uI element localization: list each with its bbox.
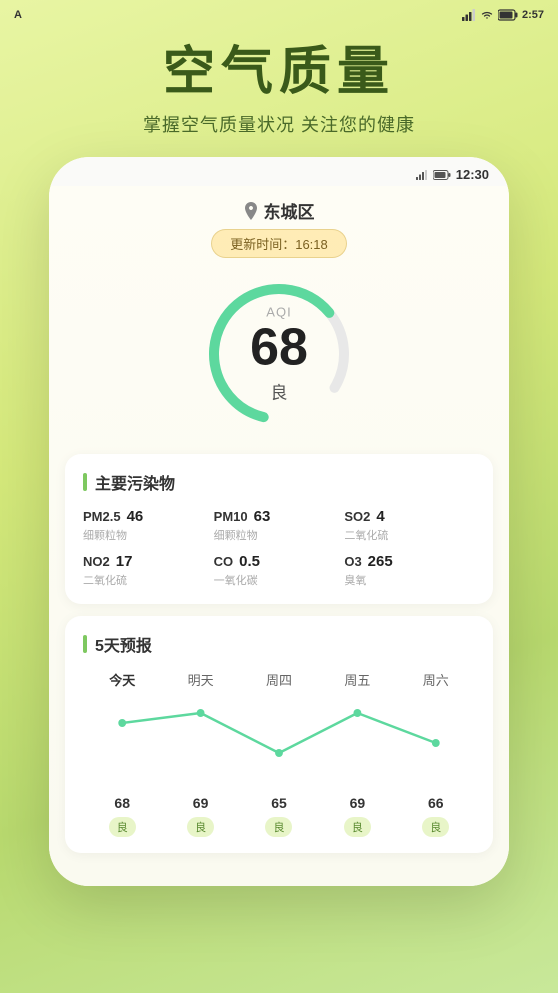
pollutant-co: CO 0.5 一氧化碳 bbox=[214, 553, 345, 588]
battery-icon bbox=[498, 9, 518, 21]
forecast-qual-3: 良 bbox=[318, 817, 396, 837]
forecast-label-1: 明天 bbox=[161, 670, 239, 689]
forecast-qual-2: 良 bbox=[240, 817, 318, 837]
forecast-dot-0 bbox=[118, 719, 126, 727]
aqi-ring: AQI 68 良 bbox=[199, 274, 359, 434]
status-time: 2:57 bbox=[522, 9, 544, 21]
header: 空气质量 掌握空气质量状况 关注您的健康 bbox=[0, 44, 558, 137]
page-title: 空气质量 bbox=[0, 44, 558, 101]
phone-signal-icon bbox=[416, 170, 428, 180]
forecast-val-0: 68 bbox=[83, 795, 161, 811]
forecast-dot-3 bbox=[353, 709, 361, 717]
forecast-label-2: 周四 bbox=[240, 670, 318, 689]
forecast-label-3: 周五 bbox=[318, 670, 396, 689]
status-bar: A 2:57 bbox=[0, 0, 558, 28]
status-right: 2:57 bbox=[462, 9, 544, 21]
app-indicator: A bbox=[14, 9, 22, 21]
forecast-label-0: 今天 bbox=[83, 670, 161, 689]
pollutant-pm25: PM2.5 46 细颗粒物 bbox=[83, 508, 214, 543]
aqi-inner: AQI 68 良 bbox=[250, 305, 308, 404]
pollutants-title: 主要污染物 bbox=[83, 470, 475, 494]
forecast-qual-0: 良 bbox=[83, 817, 161, 837]
section-title-bar bbox=[83, 473, 87, 491]
forecast-label-4: 周六 bbox=[397, 670, 475, 689]
forecast-qual-4: 良 bbox=[397, 817, 475, 837]
location-row: 东城区 bbox=[49, 186, 509, 229]
forecast-title-bar bbox=[83, 635, 87, 653]
phone-battery-icon bbox=[433, 170, 451, 180]
aqi-container: AQI 68 良 bbox=[49, 274, 509, 434]
forecast-dot-4 bbox=[432, 739, 440, 747]
pollutant-row-2: NO2 17 二氧化硫 CO 0.5 一氧化碳 O3 265 bbox=[83, 553, 475, 588]
phone-content: 东城区 更新时间：16:18 AQI 68 良 bbox=[49, 186, 509, 886]
wifi-icon bbox=[480, 9, 494, 21]
forecast-qualities: 良 良 良 良 良 bbox=[83, 817, 475, 837]
forecast-dot-2 bbox=[275, 749, 283, 757]
pollutant-no2: NO2 17 二氧化硫 bbox=[83, 553, 214, 588]
signal-icon bbox=[462, 9, 476, 21]
pollutant-row-1: PM2.5 46 细颗粒物 PM10 63 细颗粒物 SO2 4 bbox=[83, 508, 475, 543]
forecast-chart-svg bbox=[83, 701, 475, 791]
forecast-val-1: 69 bbox=[161, 795, 239, 811]
forecast-section: 5天预报 今天 明天 周四 周五 周六 bbox=[65, 616, 493, 853]
phone-mockup: 12:30 东城区 更新时间：16:18 AQI bbox=[49, 157, 509, 886]
forecast-title-text: 5天预报 bbox=[95, 632, 152, 656]
forecast-val-3: 69 bbox=[318, 795, 396, 811]
pollutants-section: 主要污染物 PM2.5 46 细颗粒物 PM10 63 细颗粒物 bbox=[65, 454, 493, 604]
location-icon bbox=[244, 202, 258, 220]
pollutant-so2: SO2 4 二氧化硫 bbox=[344, 508, 475, 543]
aqi-quality: 良 bbox=[250, 379, 308, 404]
page-subtitle: 掌握空气质量状况 关注您的健康 bbox=[0, 111, 558, 137]
forecast-val-4: 66 bbox=[397, 795, 475, 811]
forecast-qual-1: 良 bbox=[161, 817, 239, 837]
forecast-title: 5天预报 bbox=[83, 632, 475, 656]
forecast-val-2: 65 bbox=[240, 795, 318, 811]
pollutant-o3: O3 265 臭氧 bbox=[344, 553, 475, 588]
forecast-dot-1 bbox=[197, 709, 205, 717]
location-name: 东城区 bbox=[264, 198, 315, 223]
phone-time: 12:30 bbox=[456, 167, 489, 182]
phone-status-bar: 12:30 bbox=[49, 157, 509, 186]
forecast-chart bbox=[83, 701, 475, 791]
forecast-day-labels: 今天 明天 周四 周五 周六 bbox=[83, 670, 475, 693]
aqi-value: 68 bbox=[250, 320, 308, 377]
pollutant-pm10: PM10 63 细颗粒物 bbox=[214, 508, 345, 543]
aqi-label: AQI bbox=[250, 305, 308, 320]
pollutants-title-text: 主要污染物 bbox=[95, 470, 175, 494]
forecast-values: 68 69 65 69 66 bbox=[83, 795, 475, 811]
